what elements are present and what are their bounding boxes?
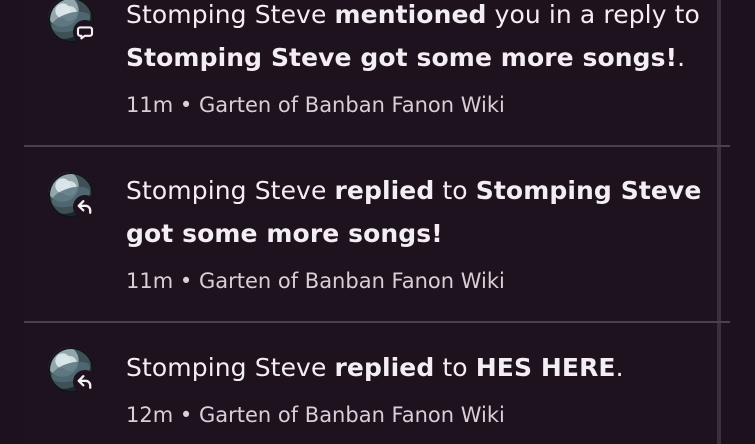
notification-meta: 11m • Garten of Banban Fanon Wiki	[126, 267, 686, 295]
reply-arrow-icon	[73, 370, 97, 394]
actor-name[interactable]: Stomping Steve	[126, 176, 326, 205]
speech-bubble-icon	[73, 20, 97, 44]
actor-name[interactable]: Stomping Steve	[126, 353, 326, 382]
notification-time: 12m	[126, 403, 174, 427]
notification-meta: 11m • Garten of Banban Fanon Wiki	[126, 91, 686, 119]
notification-action: replied	[334, 176, 435, 205]
meta-separator: •	[179, 403, 193, 427]
actor-name[interactable]: Stomping Steve	[126, 0, 326, 29]
notification-time: 11m	[126, 269, 174, 293]
reply-arrow-icon	[73, 195, 97, 219]
notification-list: Stomping Steve mentioned you in a reply …	[24, 0, 730, 444]
message-connector: to	[442, 353, 468, 382]
notification-screen: Stomping Steve mentioned you in a reply …	[0, 0, 755, 444]
notification-item-mention[interactable]: Stomping Steve mentioned you in a reply …	[24, 0, 730, 145]
message-punctuation: .	[677, 43, 686, 72]
notification-action: replied	[334, 353, 435, 382]
notification-message: Stomping Steve replied to Stomping Steve…	[126, 169, 712, 255]
notification-message: Stomping Steve replied to HES HERE.	[126, 346, 712, 389]
avatar[interactable]	[48, 172, 97, 219]
notification-meta: 12m • Garten of Banban Fanon Wiki	[126, 401, 686, 429]
message-connector: to	[442, 176, 468, 205]
thread-title-link[interactable]: Stomping Steve got some more songs!	[126, 43, 677, 72]
notification-message: Stomping Steve mentioned you in a reply …	[126, 0, 712, 79]
message-punctuation: .	[615, 353, 624, 382]
notification-action: mentioned	[334, 0, 487, 29]
meta-separator: •	[179, 93, 193, 117]
message-connector: you in a reply to	[494, 0, 700, 29]
wiki-name-link[interactable]: Garten of Banban Fanon Wiki	[199, 269, 505, 293]
notification-time: 11m	[126, 93, 174, 117]
notification-item-reply[interactable]: Stomping Steve replied to HES HERE. 12m …	[24, 323, 730, 444]
thread-title-link[interactable]: HES HERE	[476, 353, 616, 382]
avatar[interactable]	[48, 347, 97, 394]
avatar[interactable]	[48, 0, 97, 44]
notification-item-reply[interactable]: Stomping Steve replied to Stomping Steve…	[24, 147, 730, 321]
wiki-name-link[interactable]: Garten of Banban Fanon Wiki	[199, 403, 505, 427]
wiki-name-link[interactable]: Garten of Banban Fanon Wiki	[199, 93, 505, 117]
meta-separator: •	[179, 269, 193, 293]
